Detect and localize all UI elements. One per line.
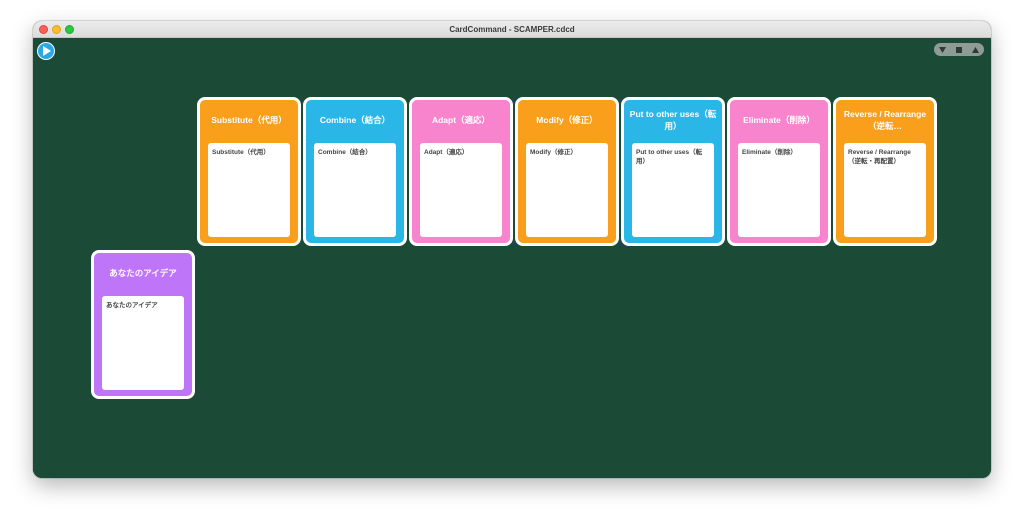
triangle-down-icon: [938, 46, 946, 53]
card-title: Substitute（代用）: [211, 115, 287, 125]
zoom-reset-button[interactable]: [952, 44, 966, 55]
zoom-out-button[interactable]: [935, 44, 949, 55]
card-resize-handle[interactable]: [138, 396, 150, 398]
card-title: Combine（結合）: [319, 115, 391, 125]
app-window: CardCommand - SCAMPER.cdcd Substitute（代用…: [33, 21, 991, 478]
card-canvas[interactable]: Substitute（代用） Substitute（代用） Combine（結合…: [33, 38, 991, 478]
card-body[interactable]: あなたのアイデア: [102, 296, 184, 390]
card-title: Put to other uses（転用）: [629, 109, 717, 131]
card-resize-handle[interactable]: [880, 243, 892, 245]
card-your-idea[interactable]: あなたのアイデア あなたのアイデア: [91, 250, 195, 399]
card-body[interactable]: Put to other uses（転用）: [632, 143, 714, 237]
zoom-in-button[interactable]: [969, 44, 983, 55]
card-eliminate[interactable]: Eliminate（削除） Eliminate（削除）: [727, 97, 831, 246]
card-body[interactable]: Modify（修正）: [526, 143, 608, 237]
card-title: Eliminate（削除）: [743, 115, 815, 125]
card-adapt[interactable]: Adapt（適応） Adapt（適応）: [409, 97, 513, 246]
square-icon: [955, 46, 962, 53]
card-title: Adapt（適応）: [431, 115, 491, 125]
play-button[interactable]: [37, 42, 55, 60]
title-bar[interactable]: CardCommand - SCAMPER.cdcd: [33, 21, 991, 38]
card-title: Reverse / Rearrange（逆転…: [843, 109, 927, 131]
card-resize-handle[interactable]: [774, 243, 786, 245]
play-icon: [43, 46, 51, 56]
card-resize-handle[interactable]: [244, 243, 256, 245]
triangle-up-icon: [972, 46, 980, 53]
zoom-controls: [934, 43, 984, 56]
card-body[interactable]: Reverse / Rearrange（逆転・再配置）: [844, 143, 926, 237]
card-combine[interactable]: Combine（結合） Combine（結合）: [303, 97, 407, 246]
card-body[interactable]: Adapt（適応）: [420, 143, 502, 237]
card-resize-handle[interactable]: [456, 243, 468, 245]
card-resize-handle[interactable]: [562, 243, 574, 245]
card-body[interactable]: Substitute（代用）: [208, 143, 290, 237]
card-body[interactable]: Eliminate（削除）: [738, 143, 820, 237]
card-title: あなたのアイデア: [109, 268, 177, 278]
card-resize-handle[interactable]: [668, 243, 680, 245]
card-body[interactable]: Combine（結合）: [314, 143, 396, 237]
card-reverse-rearrange[interactable]: Reverse / Rearrange（逆転… Reverse / Rearra…: [833, 97, 937, 246]
card-substitute[interactable]: Substitute（代用） Substitute（代用）: [197, 97, 301, 246]
window-title: CardCommand - SCAMPER.cdcd: [449, 25, 575, 34]
card-put-to-other-uses[interactable]: Put to other uses（転用） Put to other uses（…: [621, 97, 725, 246]
card-resize-handle[interactable]: [350, 243, 362, 245]
card-title: Modify（修正）: [536, 115, 598, 125]
card-modify[interactable]: Modify（修正） Modify（修正）: [515, 97, 619, 246]
